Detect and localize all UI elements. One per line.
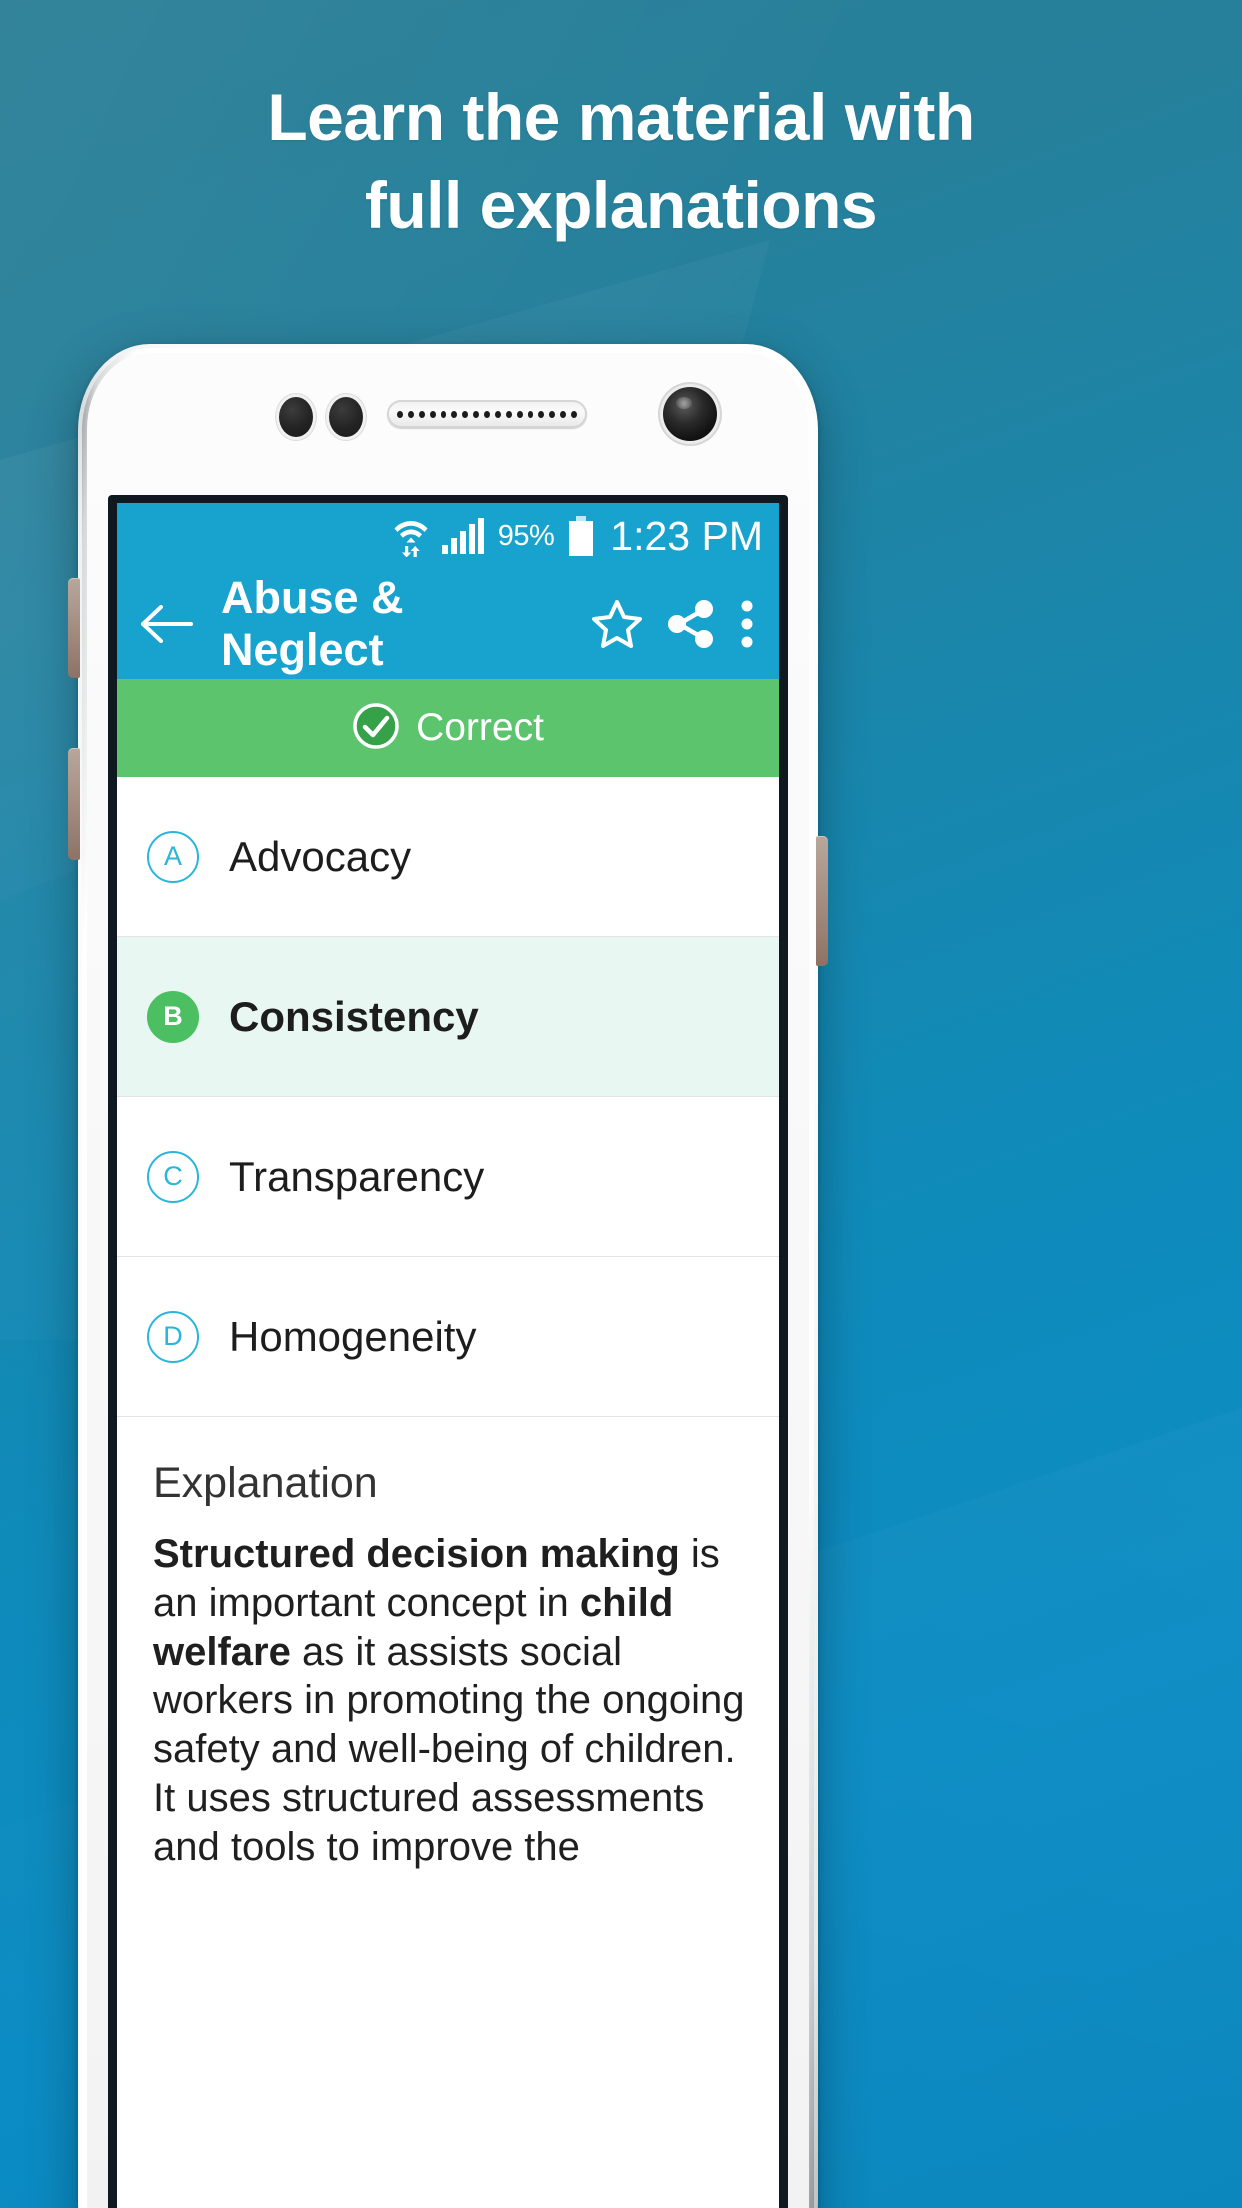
option-badge-b: B [147, 990, 199, 1043]
power-button[interactable] [816, 836, 828, 966]
option-row-c[interactable]: C Transparency [117, 1097, 779, 1257]
app-screen: 95% 1:23 PM Abuse & Neglect Correct A Ad… [117, 503, 779, 2208]
app-bar: Abuse & Neglect [117, 569, 779, 679]
screen-bezel: 95% 1:23 PM Abuse & Neglect Correct A Ad… [108, 495, 788, 2208]
earpiece-speaker [387, 400, 587, 428]
proximity-sensor-icon [279, 397, 313, 437]
explanation-term-1: Structured decision making [153, 1532, 680, 1576]
status-clock: 1:23 PM [610, 512, 763, 559]
answer-status-banner: Correct [117, 679, 779, 777]
answer-status-label: Correct [416, 706, 544, 749]
light-sensor-icon [329, 397, 363, 437]
battery-percent-label: 95% [497, 519, 555, 552]
explanation-body: Structured decision making is an importa… [153, 1530, 745, 1872]
explanation-heading: Explanation [153, 1459, 378, 1507]
app-bar-title: Abuse & Neglect [221, 572, 404, 675]
explanation-section: Explanation Structured decision making i… [117, 1417, 779, 1872]
volume-down-button[interactable] [68, 748, 80, 860]
back-arrow-icon[interactable] [139, 604, 193, 644]
option-row-b[interactable]: B Consistency [117, 937, 779, 1097]
check-circle-icon [352, 702, 400, 755]
option-badge-c: C [147, 1150, 199, 1203]
option-row-d[interactable]: D Homogeneity [117, 1257, 779, 1417]
star-outline-icon[interactable] [591, 598, 643, 650]
promo-headline: Learn the material with full explanation… [0, 84, 1242, 238]
volume-up-button[interactable] [68, 578, 80, 678]
option-label-c: Transparency [229, 1152, 485, 1200]
promo-headline-line2: full explanations [364, 168, 878, 242]
option-label-a: Advocacy [229, 832, 412, 880]
phone-face: 95% 1:23 PM Abuse & Neglect Correct A Ad… [87, 353, 809, 2208]
battery-full-icon [568, 516, 594, 556]
promo-headline-line1: Learn the material with [267, 80, 975, 154]
option-row-a[interactable]: A Advocacy [117, 777, 779, 937]
option-badge-d: D [147, 1310, 199, 1363]
phone-mockup: 95% 1:23 PM Abuse & Neglect Correct A Ad… [68, 344, 828, 2208]
status-bar: 95% 1:23 PM [117, 503, 779, 569]
more-vertical-icon[interactable] [739, 598, 755, 650]
wifi-data-icon [394, 515, 428, 557]
cellular-signal-icon [441, 518, 484, 554]
front-camera-icon [663, 387, 717, 441]
option-label-b: Consistency [229, 992, 479, 1040]
share-icon[interactable] [665, 598, 717, 650]
option-label-d: Homogeneity [229, 1312, 477, 1360]
option-badge-a: A [147, 830, 199, 883]
